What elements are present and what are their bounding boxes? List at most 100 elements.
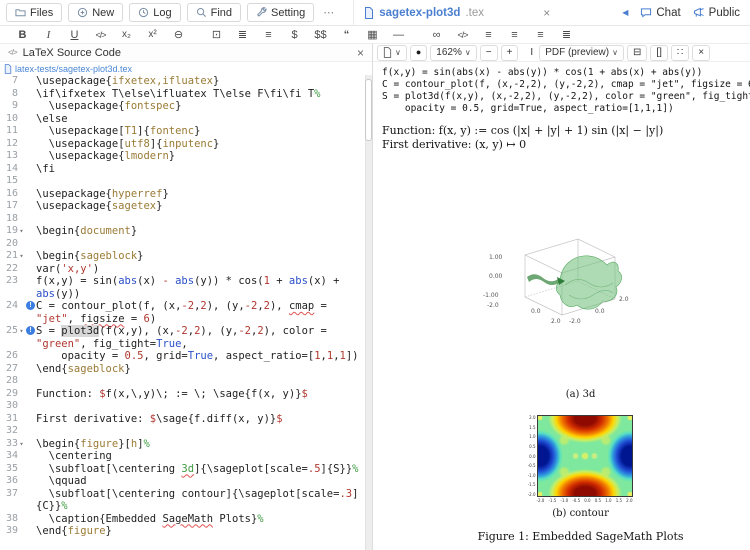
code-line[interactable]: 19▾\begin{document} (0, 225, 372, 238)
code-text[interactable]: \begin{figure}[h]% (36, 438, 366, 451)
find-button[interactable]: Find (187, 3, 241, 22)
code-text[interactable]: \usepackage{ifxetex,ifluatex} (36, 75, 366, 88)
zoom-out-button[interactable]: − (480, 45, 498, 61)
code-text[interactable]: Function: $f(x,\,y)\; := \; \sage{f(x, y… (36, 388, 366, 401)
pdf-panel-close-button[interactable]: × (692, 45, 710, 61)
editor-scrollbar[interactable] (365, 75, 372, 550)
code-line[interactable]: 34 \centering (0, 450, 372, 463)
align-center-button[interactable]: ≡ (502, 27, 527, 43)
split-view-button[interactable]: ⊟ (627, 45, 647, 61)
code-line[interactable]: 15 (0, 175, 372, 188)
code-text[interactable]: \end{figure} (36, 525, 366, 538)
code-text[interactable]: \caption{Embedded SageMath Plots}% (36, 513, 366, 526)
code-text[interactable] (36, 425, 366, 438)
strikethrough-button[interactable]: ⊖ (166, 27, 191, 43)
code-line[interactable]: 17\usepackage{sagetex} (0, 200, 372, 213)
code-text[interactable]: S = plot3d(f(x,y), (x,-2,2), (y,-2,2), c… (36, 325, 366, 350)
code-text[interactable]: f(x,y) = sin(abs(x) - abs(y)) * cos(1 + … (36, 275, 366, 300)
tab-sagetex-plot3d[interactable]: sagetex-plot3d.tex (353, 0, 531, 25)
breadcrumb[interactable]: latex-tests/sagetex-plot3d.tex (0, 62, 372, 75)
code-line[interactable]: 11 \usepackage[T1]{fontenc} (0, 125, 372, 138)
inline-code-button[interactable]: </> (88, 27, 113, 43)
code-text[interactable]: \usepackage[T1]{fontenc} (36, 125, 366, 138)
log-button[interactable]: Log (129, 3, 180, 22)
public-button[interactable]: Public (693, 7, 740, 19)
zoom-in-button[interactable]: + (501, 45, 519, 61)
code-line[interactable]: 10\else (0, 113, 372, 126)
brackets-view-button[interactable]: [] (650, 45, 668, 61)
code-text[interactable] (36, 175, 366, 188)
code-line[interactable]: 32 (0, 425, 372, 438)
code-line[interactable]: 20 (0, 238, 372, 251)
code-text[interactable] (36, 400, 366, 413)
files-button[interactable]: Files (6, 3, 62, 22)
code-text[interactable]: \usepackage{fontspec} (36, 100, 366, 113)
fold-arrow-icon[interactable]: ▾ (18, 250, 25, 263)
code-line[interactable]: 37 \subfloat[\centering contour]{\sagepl… (0, 488, 372, 513)
code-text[interactable]: \begin{sageblock} (36, 250, 366, 263)
fold-arrow-icon[interactable]: ▾ (18, 225, 25, 238)
code-line[interactable]: 35 \subfloat[\centering 3d]{\sageplot[sc… (0, 463, 372, 476)
code-text[interactable]: \usepackage{lmodern} (36, 150, 366, 163)
link-button[interactable]: ∞ (424, 27, 449, 43)
compile-indicator-button[interactable]: ● (410, 45, 427, 61)
code-line[interactable]: 8\if\ifxetex T\else\ifluatex T\else F\fi… (0, 88, 372, 101)
new-button[interactable]: New (68, 3, 123, 22)
source-panel-close-button[interactable]: × (357, 46, 364, 60)
code-text[interactable]: \subfloat[\centering contour]{\sageplot[… (36, 488, 366, 513)
code-text[interactable]: \subfloat[\centering 3d]{\sageplot[scale… (36, 463, 366, 476)
image-button[interactable]: ⊡ (204, 27, 229, 43)
code-line[interactable]: 9 \usepackage{fontspec} (0, 100, 372, 113)
horizontal-rule-button[interactable]: — (386, 27, 411, 43)
code-text[interactable]: \qquad (36, 475, 366, 488)
info-badge-icon[interactable] (25, 325, 36, 350)
code-text[interactable]: \if\ifxetex T\else\ifluatex T\else F\fi\… (36, 88, 366, 101)
code-line[interactable]: 25▾S = plot3d(f(x,y), (x,-2,2), (y,-2,2)… (0, 325, 372, 350)
inline-math-button[interactable]: $ (282, 27, 307, 43)
code-line[interactable]: 18 (0, 213, 372, 226)
code-text[interactable]: \fi (36, 163, 366, 176)
code-line[interactable]: 28 (0, 375, 372, 388)
code-line[interactable]: 33▾\begin{figure}[h]% (0, 438, 372, 451)
editor-scrollbar-thumb[interactable] (365, 79, 372, 141)
code-lines[interactable]: 7\usepackage{ifxetex,ifluatex}8\if\ifxet… (0, 75, 372, 538)
code-text[interactable]: \usepackage[utf8]{inputenc} (36, 138, 366, 151)
code-editor[interactable]: 7\usepackage{ifxetex,ifluatex}8\if\ifxet… (0, 75, 372, 550)
collapse-left-icon[interactable]: ◀ (622, 8, 628, 17)
display-math-button[interactable]: $$ (308, 27, 333, 43)
italic-button[interactable]: I (36, 27, 61, 43)
code-line[interactable]: 30 (0, 400, 372, 413)
code-text[interactable]: var('x,y') (36, 263, 366, 276)
info-badge-icon[interactable] (25, 300, 36, 325)
align-right-button[interactable]: ≡ (528, 27, 553, 43)
code-text[interactable] (36, 213, 366, 226)
justify-button[interactable]: ≣ (554, 27, 579, 43)
code-line[interactable]: 31First derivative: $\sage{f.diff(x, y)}… (0, 413, 372, 426)
ordered-list-button[interactable]: ≡ (256, 27, 281, 43)
code-text[interactable]: \usepackage{sagetex} (36, 200, 366, 213)
underline-button[interactable]: U (62, 27, 87, 43)
code-text[interactable]: First derivative: $\sage{f.diff(x, y)}$ (36, 413, 366, 426)
chat-button[interactable]: Chat (640, 7, 680, 19)
code-text[interactable]: \end{sageblock} (36, 363, 366, 376)
superscript-button[interactable]: x² (140, 27, 165, 43)
code-line[interactable]: 38 \caption{Embedded SageMath Plots}% (0, 513, 372, 526)
code-line[interactable]: 12 \usepackage[utf8]{inputenc} (0, 138, 372, 151)
code-line[interactable]: 36 \qquad (0, 475, 372, 488)
bullet-list-button[interactable]: ≣ (230, 27, 255, 43)
code-line[interactable]: 39\end{figure} (0, 525, 372, 538)
code-block-button[interactable]: </> (450, 27, 475, 43)
code-line[interactable]: 16\usepackage{hyperref} (0, 188, 372, 201)
code-text[interactable]: \usepackage{hyperref} (36, 188, 366, 201)
fold-arrow-icon[interactable]: ▾ (18, 325, 25, 350)
code-text[interactable]: \else (36, 113, 366, 126)
code-text[interactable] (36, 238, 366, 251)
table-button[interactable]: ▦ (360, 27, 385, 43)
align-left-button[interactable]: ≡ (476, 27, 501, 43)
more-menu-button[interactable]: ⋯ (320, 6, 337, 19)
code-line[interactable]: 7\usepackage{ifxetex,ifluatex} (0, 75, 372, 88)
fullscreen-button[interactable]: ∷ (671, 45, 689, 61)
fold-arrow-icon[interactable]: ▾ (18, 438, 25, 451)
zoom-level-dropdown[interactable]: 162%∨ (430, 45, 476, 61)
subscript-button[interactable]: x₂ (114, 27, 139, 43)
